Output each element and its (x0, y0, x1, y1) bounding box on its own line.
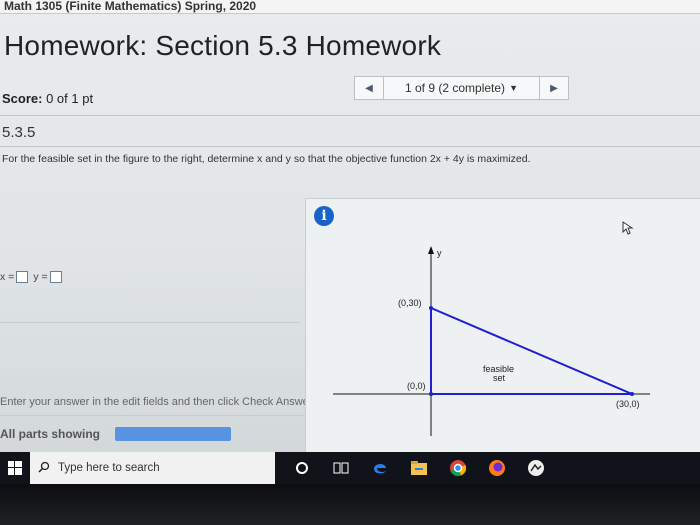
search-icon (38, 461, 50, 476)
feasible-region-outline (430, 306, 633, 395)
windows-start-icon[interactable] (0, 452, 30, 484)
y-axis-arrow (428, 246, 434, 254)
vertex-point (429, 392, 433, 396)
monitor-bezel (0, 484, 700, 525)
point-label: (30,0) (616, 399, 640, 409)
feasible-set-label: set (493, 373, 506, 383)
y-axis-label: y (437, 248, 442, 258)
point-label: (0,0) (407, 381, 426, 391)
file-explorer-icon[interactable] (408, 457, 430, 479)
app-icon[interactable] (525, 457, 547, 479)
chrome-icon[interactable] (447, 457, 469, 479)
taskbar-search-input[interactable]: Type here to search (30, 452, 275, 484)
firefox-icon[interactable] (486, 457, 508, 479)
vertex-point (630, 392, 634, 396)
vertex-point (429, 306, 433, 310)
edge-icon[interactable] (369, 457, 391, 479)
feasible-set-figure: y (0,30) (0,0) (30,0) feasible set (333, 246, 650, 436)
cortana-icon[interactable] (291, 457, 313, 479)
point-label: (0,30) (398, 298, 422, 308)
windows-taskbar: Type here to search (0, 452, 700, 484)
task-view-icon[interactable] (330, 457, 352, 479)
browser-page: Math 1305 (Finite Mathematics) Spring, 2… (0, 0, 700, 452)
search-placeholder: Type here to search (58, 462, 160, 474)
